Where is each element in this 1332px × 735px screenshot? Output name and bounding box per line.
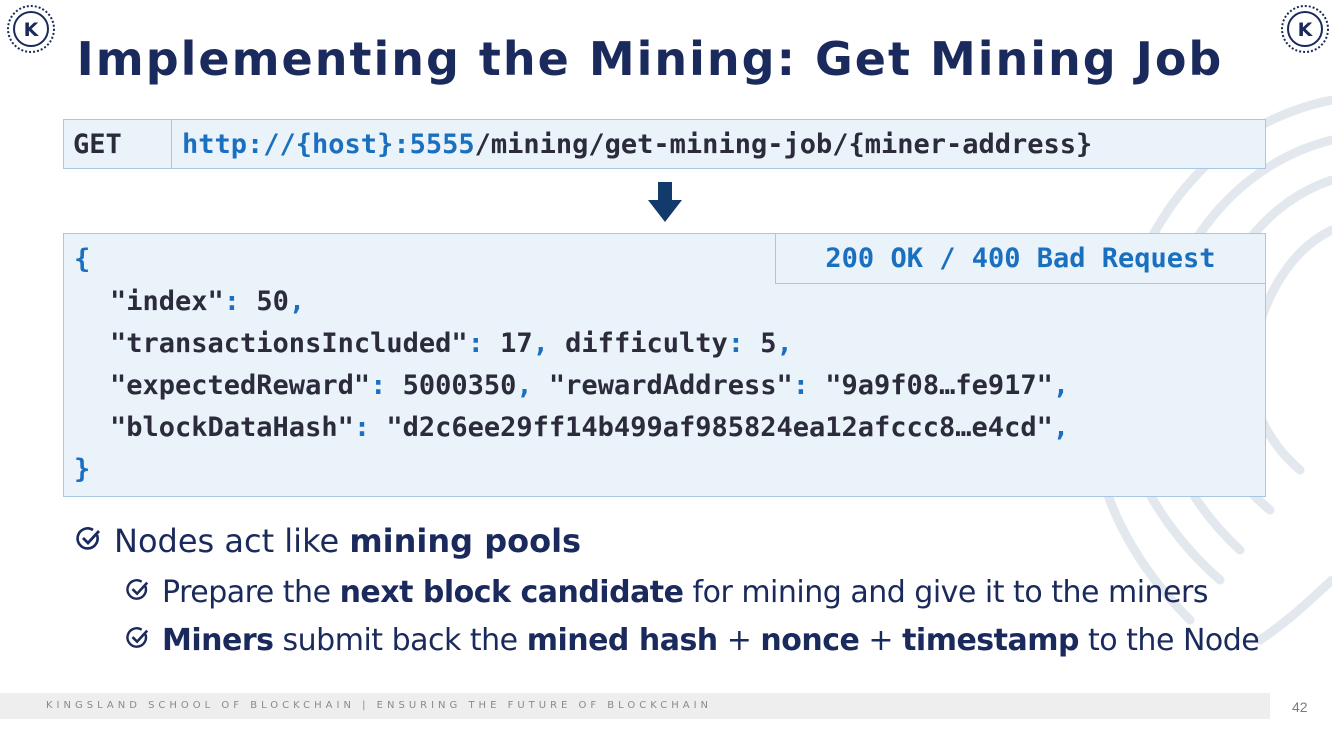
http-method: GET	[64, 120, 172, 168]
logo-letter: K	[1298, 19, 1314, 41]
footer-bar: KINGSLAND SCHOOL OF BLOCKCHAIN | ENSURIN…	[0, 693, 1270, 719]
json-line-transactions: "transactionsIncluded": 17, difficulty: …	[110, 328, 793, 359]
arrow-down-icon	[648, 182, 682, 222]
json-open-brace: {	[74, 244, 91, 275]
footer-text: KINGSLAND SCHOOL OF BLOCKCHAIN | ENSURIN…	[46, 700, 713, 711]
check-circle-icon	[76, 527, 101, 550]
check-circle-icon	[126, 626, 149, 648]
request-bar: GET http://{host}:5555/mining/get-mining…	[63, 119, 1266, 169]
json-response-box: 200 OK / 400 Bad Request { "index": 50, …	[63, 233, 1266, 497]
bullet-item: Prepare the next block candidate for min…	[126, 575, 1208, 610]
bullet-item: Miners submit back the mined hash + nonc…	[126, 623, 1260, 658]
json-line-index: "index": 50,	[110, 286, 306, 317]
slide-title: Implementing the Mining: Get Mining Job	[76, 32, 1224, 86]
url-path: /mining/get-mining-job/{miner-address}	[474, 129, 1093, 160]
json-close-brace: }	[74, 454, 91, 485]
bullet-item: Nodes act like mining pools	[76, 522, 581, 560]
check-circle-icon	[126, 578, 149, 600]
json-line-blockhash: "blockDataHash": "d2c6ee29ff14b499af9858…	[110, 412, 1070, 443]
json-line-reward: "expectedReward": 5000350, "rewardAddres…	[110, 370, 1070, 401]
endpoint-url: http://{host}:5555/mining/get-mining-job…	[182, 120, 1092, 170]
status-badge: 200 OK / 400 Bad Request	[775, 233, 1266, 284]
url-host: http://{host}:5555	[182, 129, 475, 160]
page-number: 42	[1292, 699, 1308, 715]
